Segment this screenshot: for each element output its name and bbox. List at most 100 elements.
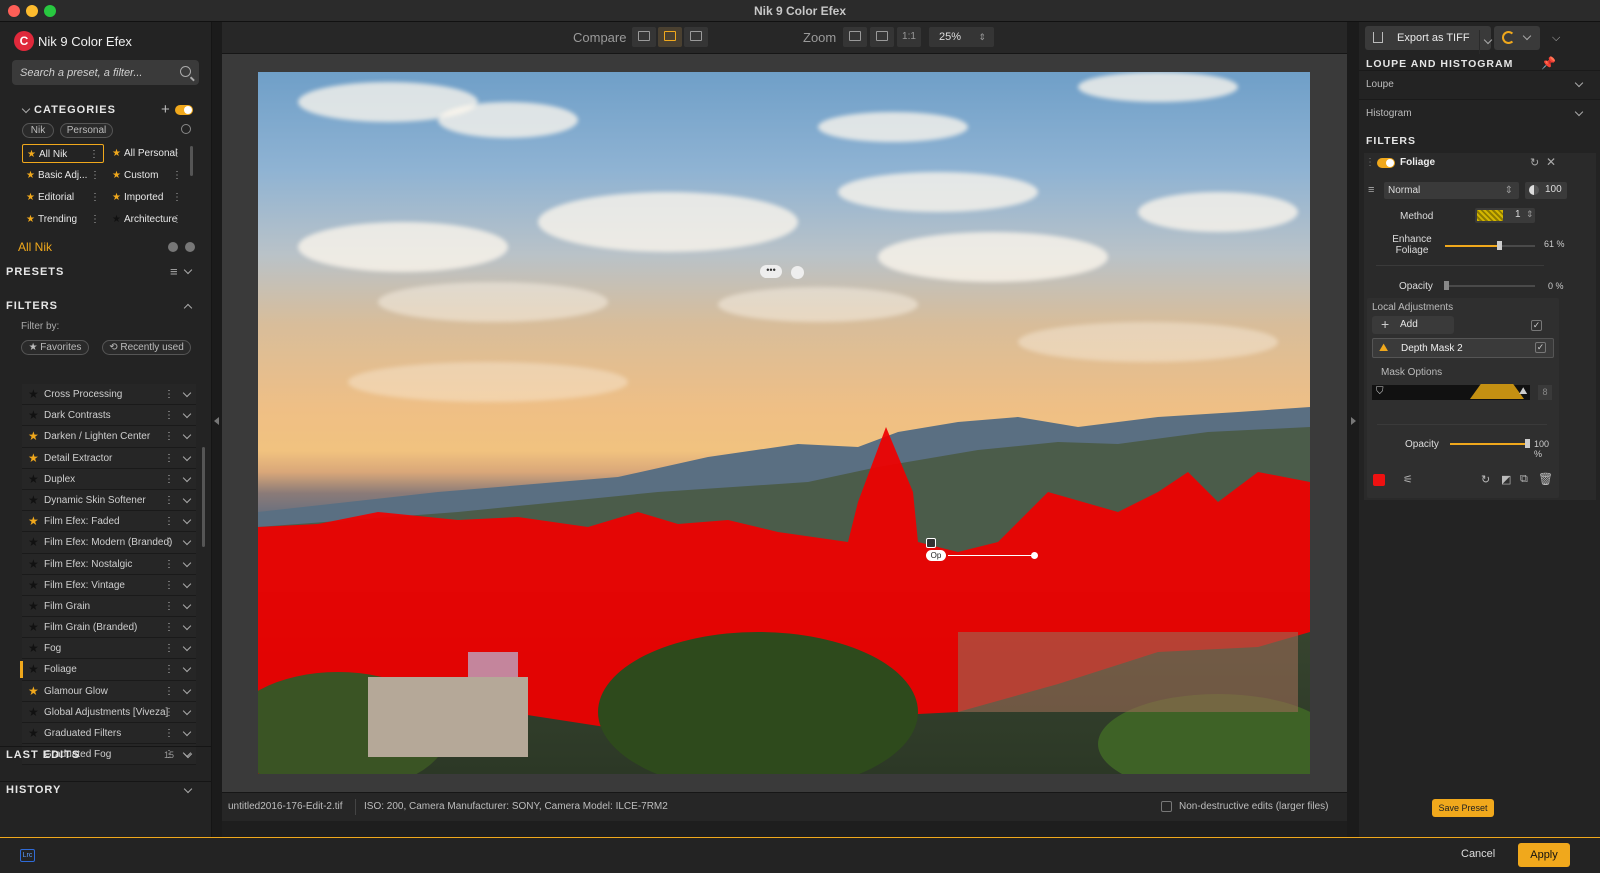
more-icon[interactable]: ⋮ (164, 448, 174, 469)
rotate-icon[interactable] (791, 266, 804, 279)
compare-stacked-button[interactable] (684, 27, 708, 47)
filter-list-scrollbar[interactable] (202, 447, 205, 547)
chevron-down-icon[interactable] (183, 749, 193, 759)
favorite-star-icon[interactable]: ★ (28, 554, 39, 575)
loupe-row[interactable]: Loupe (1359, 70, 1600, 98)
favorite-star-icon[interactable]: ★ (28, 638, 39, 659)
category-architecture[interactable]: ★ Architecture ⋮ (108, 210, 186, 229)
favorite-star-icon[interactable]: ★ (28, 448, 39, 469)
pin-icon[interactable]: 📌 (1541, 56, 1556, 70)
more-icon[interactable]: ⋮ (164, 532, 174, 553)
invert-mask-icon[interactable]: ◩ (1501, 473, 1511, 486)
more-icon[interactable]: ⋮ (164, 554, 174, 575)
control-point-handle[interactable] (1031, 552, 1038, 559)
filter-item[interactable]: ★ Fog ⋮ (22, 638, 196, 660)
category-imported[interactable]: ★ Imported ⋮ (108, 188, 186, 207)
opacity-slider-handle[interactable] (1444, 281, 1449, 290)
chevron-down-icon[interactable] (183, 784, 193, 794)
apply-button[interactable]: Apply (1518, 843, 1570, 867)
enhance-slider-handle[interactable] (1497, 241, 1502, 250)
photo-preview[interactable]: ••• Op (258, 72, 1310, 774)
category-editorial[interactable]: ★ Editorial ⋮ (22, 188, 104, 207)
chevron-down-icon[interactable] (182, 727, 192, 737)
search-box[interactable] (12, 60, 199, 85)
chevron-up-icon[interactable] (183, 303, 193, 313)
filter-item[interactable]: ★ Film Grain (Branded) ⋮ (22, 617, 196, 639)
favorite-star-icon[interactable]: ★ (28, 702, 39, 723)
chevron-down-icon[interactable] (1574, 107, 1584, 117)
category-basic[interactable]: ★ Basic Adj... ⋮ (22, 166, 104, 185)
more-icon[interactable]: ⋮ (164, 405, 174, 426)
filter-item[interactable]: ★ Duplex ⋮ (22, 468, 196, 490)
favorite-star-icon[interactable]: ★ (28, 532, 39, 553)
image-canvas[interactable]: ••• Op (222, 54, 1347, 792)
more-icon[interactable]: ⋮ (164, 575, 174, 596)
control-point-label[interactable]: Op (926, 550, 946, 561)
left-panel-collapse[interactable] (212, 22, 222, 837)
chevron-down-icon[interactable] (182, 558, 192, 567)
opacity-slider[interactable] (1445, 285, 1535, 287)
filter-item[interactable]: ★ Dark Contrasts ⋮ (22, 405, 196, 427)
save-preset-button[interactable]: Save Preset (1432, 799, 1494, 817)
favorite-star-icon[interactable]: ★ (28, 384, 39, 405)
cancel-button[interactable]: Cancel (1461, 848, 1495, 860)
zoom-1to1-button[interactable]: 1:1 (897, 27, 921, 47)
filter-item[interactable]: ★ Film Efex: Vintage ⋮ (22, 574, 196, 596)
list-icon[interactable]: ≡ (170, 264, 179, 279)
delete-mask-icon[interactable]: 🗑 (1538, 472, 1553, 486)
add-category-icon[interactable]: + (161, 101, 171, 118)
drag-handle-icon[interactable]: ⋮ (1365, 157, 1375, 168)
favorite-star-icon[interactable]: ★ (28, 659, 39, 680)
reset-icon[interactable]: ↻ (1530, 156, 1539, 169)
filter-item[interactable]: ★ Cross Processing ⋮ (22, 384, 196, 406)
compare-single-button[interactable] (632, 27, 656, 47)
favorite-star-icon[interactable]: ★ (28, 405, 39, 426)
chevron-down-icon[interactable] (182, 643, 192, 652)
filter-item[interactable]: ★ Dynamic Skin Softener ⋮ (22, 489, 196, 512)
category-all-nik[interactable]: ★ All Nik ⋮ (22, 144, 104, 163)
chevron-down-icon[interactable] (182, 621, 192, 631)
tag-personal[interactable]: Personal (60, 123, 113, 138)
favorite-star-icon[interactable]: ★ (28, 596, 39, 617)
control-point-slider[interactable] (948, 555, 1036, 556)
zoom-select[interactable]: 25% ⇕ (929, 27, 994, 47)
favorite-star-icon[interactable]: ★ (28, 490, 39, 511)
categories-header[interactable]: CATEGORIES + (0, 101, 211, 122)
more-icon[interactable]: ⋮ (164, 702, 174, 723)
chevron-down-icon[interactable] (182, 706, 192, 716)
sync-button[interactable] (1494, 26, 1540, 50)
more-icon[interactable]: ⋮ (164, 617, 174, 638)
more-icon[interactable]: ⋮ (164, 426, 174, 447)
chevron-down-icon[interactable] (182, 409, 192, 419)
chevron-down-icon[interactable] (182, 452, 192, 461)
chevron-down-icon[interactable] (1574, 78, 1584, 88)
compare-split-button[interactable] (658, 27, 682, 47)
right-panel-collapse[interactable] (1347, 22, 1359, 837)
depth-range-selection[interactable] (1470, 384, 1524, 399)
filter-item[interactable]: ★ Film Efex: Faded ⋮ (22, 511, 196, 533)
histogram-row[interactable]: Histogram (1359, 99, 1600, 127)
history-header[interactable]: HISTORY (0, 781, 211, 801)
filter-item[interactable]: ★ Detail Extractor ⋮ (22, 447, 196, 469)
more-icon[interactable]: ⋮ (164, 659, 174, 680)
filter-item[interactable]: ★ Foliage ⋮ (20, 659, 196, 681)
duplicate-mask-icon[interactable]: ⧉ (1520, 473, 1528, 486)
more-icon[interactable]: ⋮ (164, 490, 174, 511)
chevron-down-icon[interactable] (182, 579, 192, 588)
filter-item[interactable]: ★ Graduated Filters ⋮ (22, 723, 196, 745)
depth-range-control[interactable]: ⛉ ⛰ (1372, 384, 1530, 400)
chevron-down-icon[interactable] (182, 431, 192, 440)
search-icon[interactable] (180, 66, 191, 77)
favorites-filter[interactable]: ★ Favorites (21, 340, 89, 355)
close-icon[interactable]: ✕ (1546, 155, 1556, 169)
nondestructive-checkbox[interactable] (1161, 801, 1172, 812)
category-add-icon[interactable] (185, 242, 195, 252)
more-icon[interactable]: ⋮ (164, 384, 174, 405)
add-adjustment-button[interactable]: + Add (1372, 316, 1454, 334)
depth-mask-item[interactable]: ⛰ Depth Mask 2 ✓ (1372, 338, 1554, 358)
search-input[interactable] (12, 60, 172, 85)
method-select[interactable]: 1 ⇕ (1475, 208, 1535, 223)
chevron-down-icon[interactable] (182, 537, 192, 546)
favorite-star-icon[interactable]: ★ (28, 511, 39, 532)
chevron-down-icon[interactable] (183, 265, 193, 275)
